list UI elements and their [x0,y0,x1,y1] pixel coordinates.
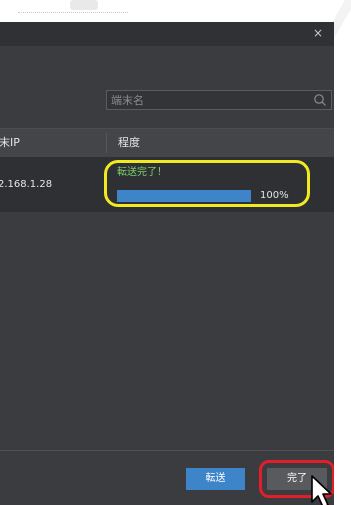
search-icon[interactable] [313,93,327,107]
column-header-ip: 末IP [0,136,20,149]
column-header-progress: 程度 [118,136,140,149]
column-divider [106,133,107,153]
search-input[interactable] [111,91,311,109]
transfer-dialog: × 末IP 程度 2.168.1.28 転送完了！ 100% 転送 完了 [0,22,334,505]
background-fragment-line [18,12,128,19]
send-button[interactable]: 転送 [186,468,245,490]
dialog-titlebar: × [0,22,334,46]
background-fragment [70,0,98,10]
terminal-ip: 2.168.1.28 [0,179,53,190]
mouse-pointer-icon [311,475,332,505]
background-window-strip [0,0,351,22]
annotation-highlight-progress [104,160,310,207]
search-box [106,90,332,110]
table-header: 末IP 程度 [0,128,334,158]
close-icon[interactable]: × [310,23,326,43]
footer-divider [0,450,334,451]
